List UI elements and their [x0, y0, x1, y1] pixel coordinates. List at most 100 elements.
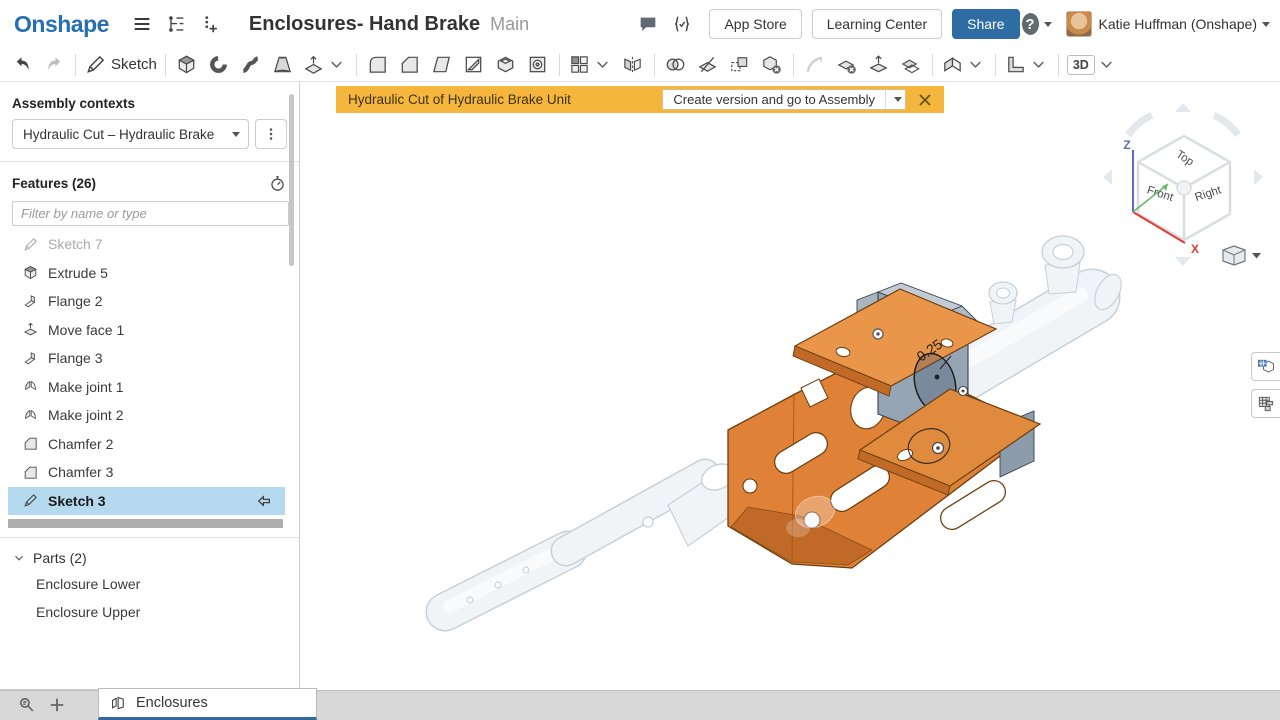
tables-panel-toggle[interactable] — [1251, 389, 1280, 418]
view-menu-caret-icon[interactable] — [1252, 253, 1261, 259]
move-face-button[interactable] — [863, 51, 895, 79]
app-store-button[interactable]: App Store — [709, 9, 801, 39]
learning-center-button[interactable]: Learning Center — [812, 9, 942, 39]
onshape-logo[interactable]: Onshape — [14, 11, 109, 38]
extrude-button[interactable] — [171, 51, 203, 79]
user-avatar[interactable] — [1066, 11, 1092, 37]
feature-list-scrollbar[interactable] — [289, 94, 294, 266]
feature-item-sketch-3-selected[interactable]: Sketch 3 — [8, 487, 285, 516]
linear-pattern-button[interactable] — [565, 51, 617, 79]
feature-label: Chamfer 2 — [48, 436, 275, 452]
delete-face-button[interactable] — [831, 51, 863, 79]
configuration-cube-icon — [1256, 357, 1276, 377]
user-menu[interactable]: Katie Huffman (Onshape) — [1099, 16, 1258, 32]
mirror-icon — [621, 53, 644, 76]
rib-button[interactable] — [458, 51, 490, 79]
assembly-context-select[interactable]: Hydraulic Cut – Hydraulic Brake — [12, 119, 249, 149]
feature-label: Extrude 5 — [48, 265, 275, 281]
part-item-enclosure-lower[interactable]: Enclosure Lower — [0, 570, 299, 598]
sweep-button[interactable] — [235, 51, 267, 79]
document-title[interactable]: Enclosures- Hand Brake — [249, 13, 480, 36]
feature-item-extrude-5[interactable]: Extrude 5 — [8, 259, 285, 288]
featurescript-button[interactable] — [667, 9, 697, 39]
frame-button[interactable] — [1001, 51, 1053, 79]
roll-cw-arrow[interactable] — [1214, 115, 1238, 135]
loft-icon — [271, 53, 294, 76]
rollback-bar[interactable] — [8, 519, 283, 528]
versions-history-button[interactable] — [161, 9, 191, 39]
workspace-name[interactable]: Main — [490, 14, 529, 35]
part-studio-icon — [109, 694, 128, 713]
rotate-left-arrow[interactable] — [1103, 169, 1112, 185]
delete-part-button[interactable] — [756, 51, 788, 79]
graphics-area[interactable]: 0.25 — [300, 82, 1280, 690]
transform-button[interactable] — [724, 51, 756, 79]
revolve-button[interactable] — [203, 51, 235, 79]
feature-item-sketch-7[interactable]: Sketch 7 — [8, 230, 285, 259]
ghost-master-cylinder[interactable] — [955, 236, 1127, 378]
boolean-icon — [664, 53, 687, 76]
rotate-up-arrow[interactable] — [1175, 103, 1191, 112]
main-menu-button[interactable] — [127, 9, 157, 39]
feature-item-make-joint-1[interactable]: Make joint 1 — [8, 373, 285, 402]
stopwatch-icon[interactable] — [268, 174, 287, 193]
rotate-right-arrow[interactable] — [1254, 169, 1263, 185]
rotate-down-arrow[interactable] — [1175, 257, 1191, 266]
user-caret-icon[interactable] — [1262, 22, 1270, 27]
modify-fillet-icon — [803, 53, 826, 76]
part-item-enclosure-upper[interactable]: Enclosure Upper — [0, 598, 299, 626]
thicken-button[interactable] — [299, 51, 351, 79]
feature-item-flange-3[interactable]: Flange 3 — [8, 344, 285, 373]
parts-section: Parts (2) Enclosure Lower Enclosure Uppe… — [0, 537, 299, 626]
version-options-dropdown[interactable] — [885, 90, 905, 109]
feature-toolbar: Sketch 3D — [0, 48, 1280, 82]
draft-icon — [430, 53, 453, 76]
context-menu-button[interactable] — [255, 119, 287, 149]
banner-close-button[interactable] — [914, 89, 936, 111]
draft-button[interactable] — [426, 51, 458, 79]
view-cube[interactable]: Top Front Right Z X — [1103, 103, 1263, 266]
view-3d-toggle[interactable]: 3D — [1064, 51, 1121, 79]
comments-button[interactable] — [633, 9, 663, 39]
move-face-icon — [22, 321, 39, 338]
chevron-down-icon — [1095, 53, 1118, 76]
fillet-button[interactable] — [362, 51, 394, 79]
chevron-down-icon — [325, 53, 348, 76]
appearance-panel-toggle[interactable] — [1251, 352, 1280, 381]
redo-button[interactable] — [38, 51, 70, 79]
roll-ccw-arrow[interactable] — [1128, 115, 1152, 135]
add-tab-button[interactable] — [42, 691, 72, 719]
feature-item-move-face-1[interactable]: Move face 1 — [8, 316, 285, 345]
feature-item-make-joint-2[interactable]: Make joint 2 — [8, 401, 285, 430]
help-icon: ? — [1022, 13, 1039, 35]
feature-item-chamfer-3[interactable]: Chamfer 3 — [8, 458, 285, 487]
feature-label: Make joint 2 — [48, 407, 275, 423]
filter-search-icon — [17, 695, 37, 715]
feature-item-chamfer-2[interactable]: Chamfer 2 — [8, 430, 285, 459]
replace-face-button[interactable] — [895, 51, 927, 79]
create-version-button[interactable]: Create version and go to Assembly — [662, 89, 906, 110]
modify-fillet-button[interactable] — [799, 51, 831, 79]
sketch-button[interactable]: Sketch — [81, 51, 160, 79]
model-3d-view[interactable]: 0.25 — [300, 82, 1280, 690]
loft-button[interactable] — [267, 51, 299, 79]
hole-button[interactable] — [522, 51, 554, 79]
boolean-button[interactable] — [660, 51, 692, 79]
delete-part-icon — [760, 53, 783, 76]
sheet-metal-button[interactable] — [938, 51, 990, 79]
parts-section-header[interactable]: Parts (2) — [0, 546, 299, 570]
feature-item-flange-2[interactable]: Flange 2 — [8, 287, 285, 316]
sketch-center-point[interactable] — [935, 375, 940, 380]
undo-button[interactable] — [6, 51, 38, 79]
share-button[interactable]: Share — [952, 9, 1019, 39]
split-button[interactable] — [692, 51, 724, 79]
search-tabs-button[interactable] — [12, 691, 42, 719]
shell-button[interactable] — [490, 51, 522, 79]
tab-part-studio-enclosures[interactable]: Enclosures — [98, 688, 317, 720]
feature-filter-input[interactable] — [12, 201, 289, 226]
chamfer-button[interactable] — [394, 51, 426, 79]
mirror-button[interactable] — [617, 51, 649, 79]
insert-element-button[interactable] — [195, 9, 225, 39]
help-menu-button[interactable]: ? — [1022, 9, 1052, 39]
isometric-view-button[interactable] — [1223, 246, 1261, 265]
